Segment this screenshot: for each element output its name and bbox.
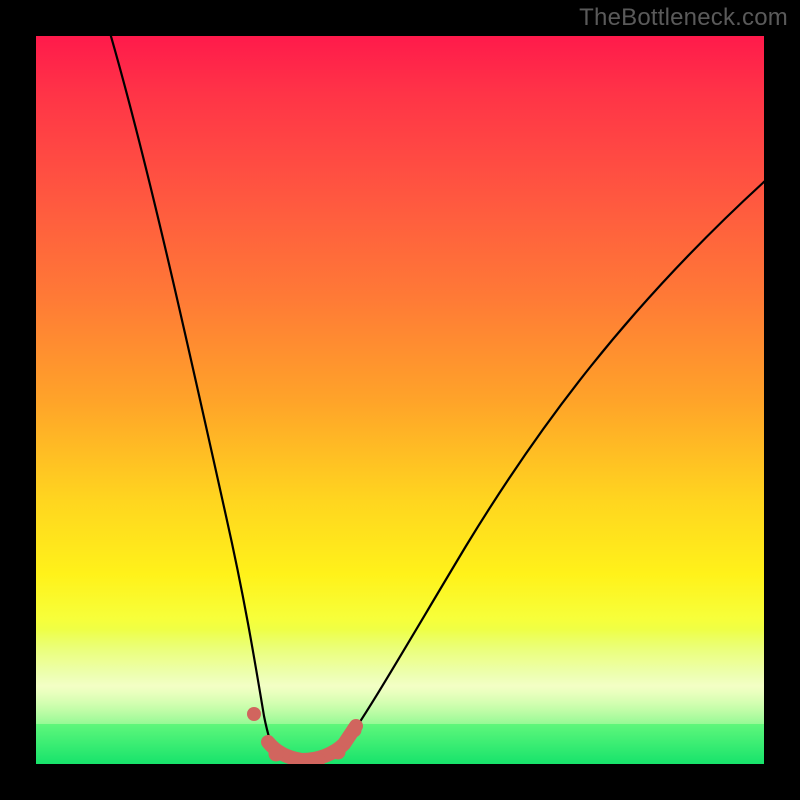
curve-layer (36, 36, 764, 764)
curve-left-branch (108, 36, 276, 754)
pale-band (36, 629, 764, 724)
valley-highlight-right (302, 726, 356, 760)
valley-node-1 (269, 747, 284, 762)
curve-right-branch (342, 171, 764, 748)
valley-node-5 (347, 723, 362, 738)
valley-node-3 (311, 753, 326, 765)
valley-node-2 (289, 753, 304, 765)
chart-container: TheBottleneck.com (0, 0, 800, 800)
valley-highlight-left (268, 742, 302, 760)
valley-marker-dot (247, 707, 261, 721)
watermark-text: TheBottleneck.com (579, 4, 788, 32)
valley-node-4 (331, 745, 346, 760)
plot-area (36, 36, 764, 764)
curve-valley (276, 748, 342, 761)
